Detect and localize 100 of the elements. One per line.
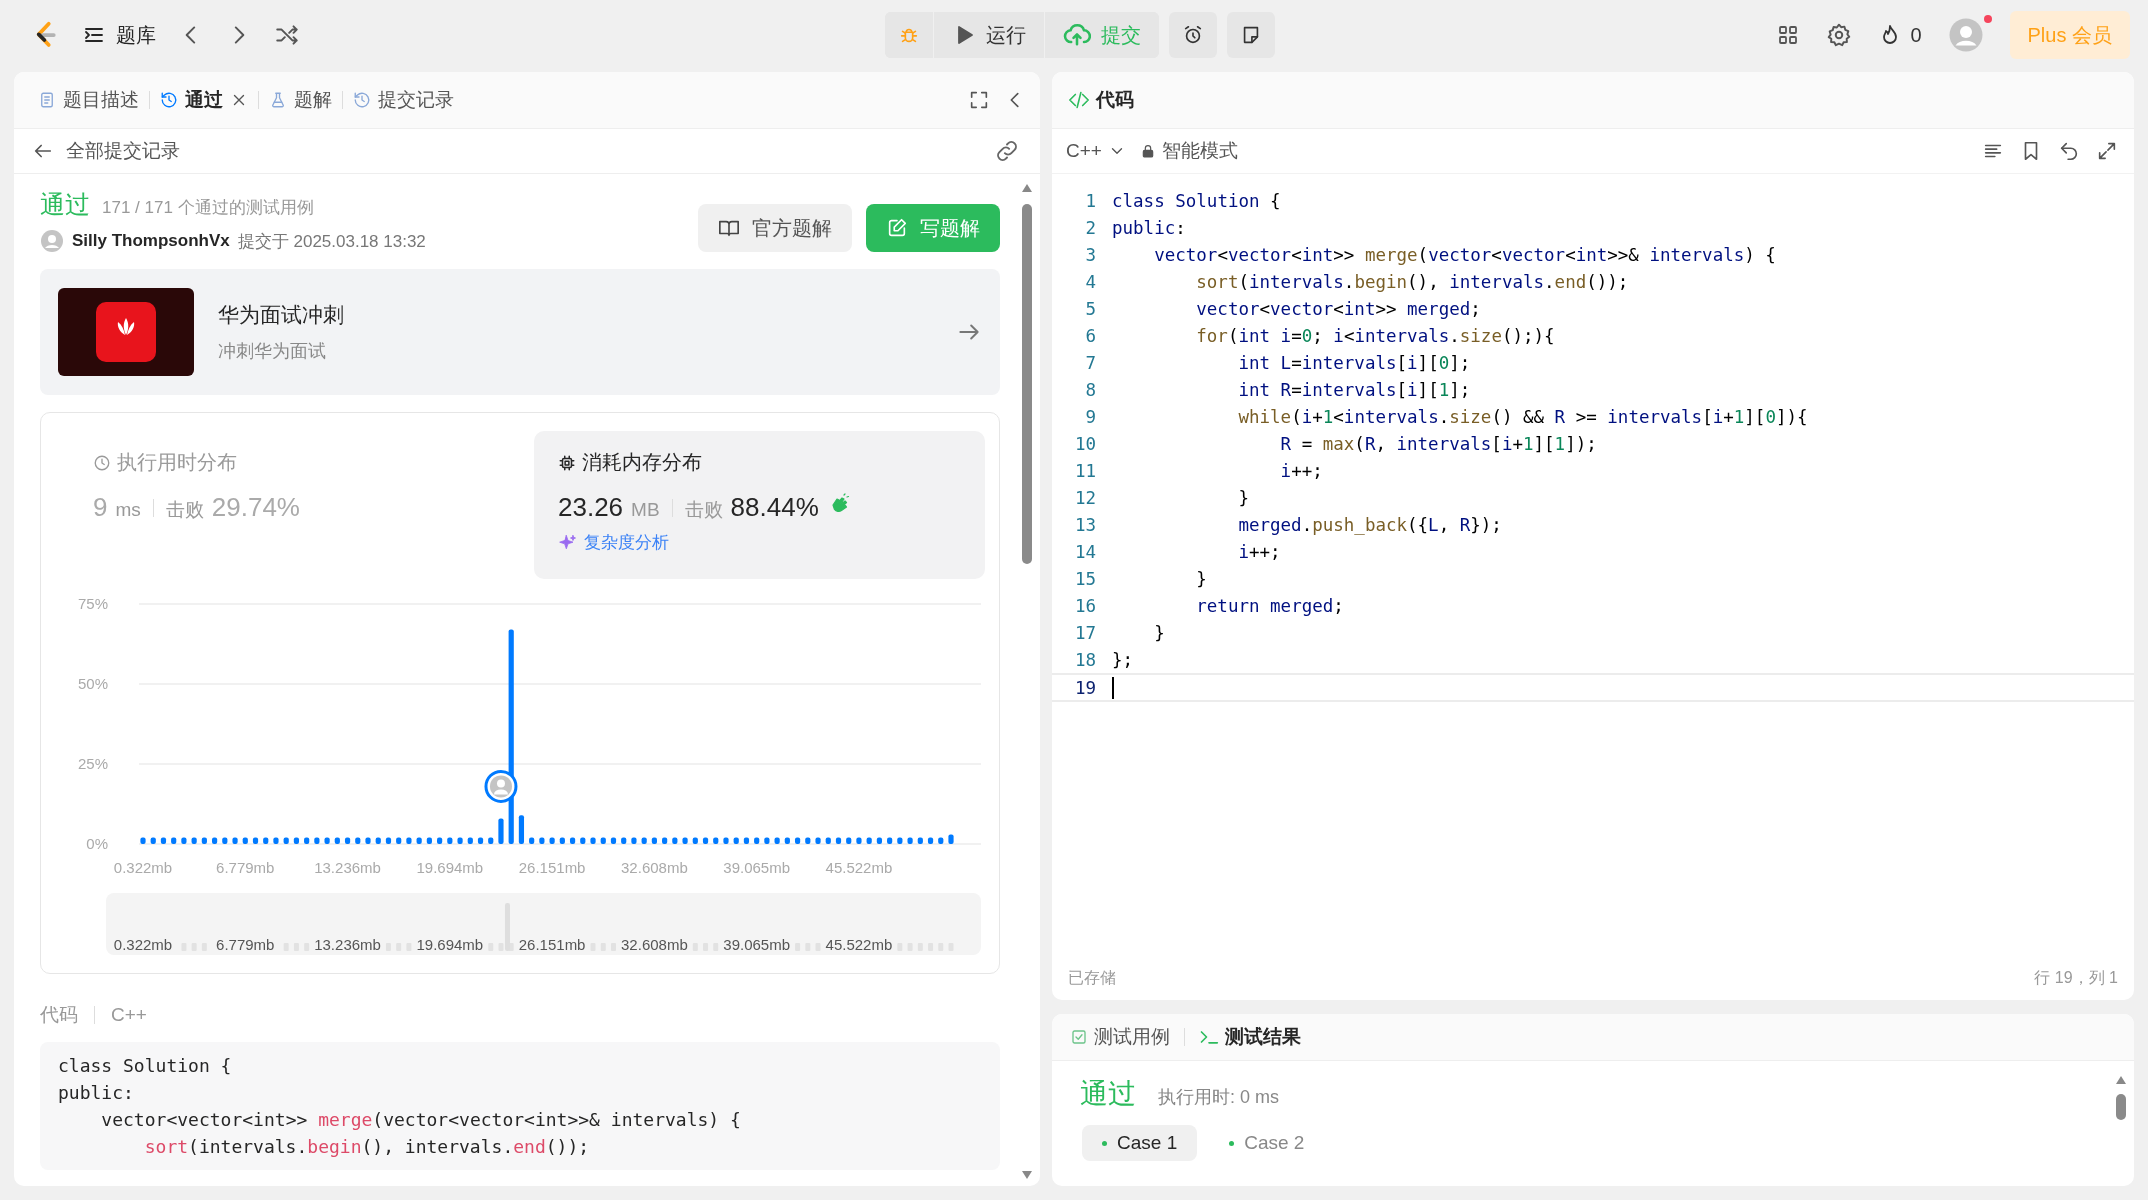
histogram-bar — [447, 837, 453, 844]
histogram-bar — [222, 837, 228, 844]
histogram-bar — [907, 837, 913, 844]
alarm-clock-icon — [1182, 24, 1204, 46]
history-icon — [160, 91, 178, 109]
code-line: } — [1153, 622, 1165, 643]
histogram-bar — [713, 837, 719, 844]
histogram-bar — [702, 837, 709, 844]
histogram-bar — [631, 837, 637, 844]
histogram-bar — [375, 837, 381, 844]
histogram-bar — [815, 837, 821, 844]
histogram-bar — [662, 837, 668, 844]
histogram-bar — [181, 837, 187, 844]
axis-label: 13.236mb — [314, 859, 381, 876]
code-tab[interactable]: 代码 — [1068, 87, 1134, 113]
histogram-bar — [569, 837, 576, 844]
histogram-bar — [314, 837, 320, 844]
histogram-bar — [866, 837, 872, 844]
histogram-bar — [805, 837, 811, 844]
all-submissions-link[interactable]: 全部提交记录 — [66, 138, 180, 164]
axis-label: 50% — [77, 675, 108, 692]
smart-mode-toggle[interactable]: 智能模式 — [1139, 138, 1238, 164]
histogram-bar — [293, 837, 299, 844]
axis-label: 39.065mb — [723, 859, 791, 876]
history-icon — [353, 91, 371, 109]
line-number: 12 — [1073, 487, 1097, 508]
histogram-bar — [621, 837, 627, 844]
code-line: while(i+1<intervals.size() && R >= intervals[i+1][0]){ — [1237, 406, 1808, 427]
link-icon[interactable] — [994, 138, 1020, 164]
histogram-bar — [518, 815, 525, 844]
panel-tab[interactable]: 测试结果 — [1193, 1024, 1307, 1050]
line-number: 17 — [1073, 622, 1097, 643]
chip-icon — [558, 453, 576, 472]
histogram-bar — [610, 837, 617, 844]
panel-tab[interactable]: 题目描述 — [28, 80, 149, 120]
histogram-bar — [580, 837, 586, 844]
code-line: merged.push_back({L, R}); — [1237, 514, 1502, 535]
settings-icon[interactable] — [1826, 22, 1853, 48]
axis-label: 13.236mb — [314, 936, 381, 953]
histogram-bar — [324, 837, 330, 844]
case-tab[interactable]: Case 2 — [1209, 1125, 1325, 1161]
histogram-bar — [365, 837, 371, 844]
panel-tab[interactable]: 通过 — [150, 80, 258, 120]
stat-panel[interactable]: 消耗内存分布 23.26 MB 击败 88.44% 复杂度分析 — [534, 431, 985, 579]
code-line: public: — [58, 1081, 135, 1105]
beats-label: 击败 — [684, 498, 723, 522]
histogram-bar — [304, 837, 310, 844]
code-line: vector<vector<int>> merged; — [1195, 298, 1481, 319]
histogram-bar — [549, 837, 555, 844]
histogram-bar — [641, 837, 647, 844]
alarm-clock-button[interactable] — [1169, 12, 1217, 58]
username[interactable]: Silly ThompsonhVx — [72, 231, 230, 251]
panel-tab[interactable]: 题解 — [259, 80, 342, 120]
axis-label: 19.694mb — [416, 859, 484, 876]
official-solution-button[interactable]: 官方题解 — [698, 204, 852, 252]
histogram-bar — [733, 837, 739, 844]
histogram-bar — [171, 837, 177, 844]
stat-unit: ms — [115, 499, 141, 521]
panel-tab[interactable]: 测试用例 — [1064, 1024, 1176, 1050]
histogram-bar — [426, 837, 432, 844]
language-selector[interactable]: C++ — [1066, 140, 1126, 162]
beats-percent: 29.74% — [211, 492, 300, 523]
shuffle-icon[interactable] — [274, 22, 300, 48]
axis-label: 45.522mb — [825, 936, 893, 953]
code-line: class Solution { — [1112, 190, 1281, 211]
code-line: vector<vector<int>> merge(vector<vector<int>>& intervals) { — [100, 1108, 742, 1132]
histogram-bar — [252, 837, 259, 844]
line-number: 1 — [1084, 190, 1097, 211]
line-number: 4 — [1084, 271, 1097, 292]
code-line: vector<vector<int>> merge(vector<vector<int>>& intervals) { — [1153, 244, 1776, 265]
axis-label: 26.151mb — [518, 859, 586, 876]
code-label: 代码 — [40, 1003, 78, 1027]
axis-label: 26.151mb — [518, 936, 586, 953]
histogram-bar — [140, 837, 146, 844]
histogram-bar — [273, 837, 279, 844]
histogram-bar — [232, 837, 238, 844]
note-button[interactable] — [1227, 12, 1275, 58]
language-label: C++ — [111, 1004, 147, 1026]
panel-tab[interactable]: 提交记录 — [343, 80, 464, 120]
histogram-bar — [651, 837, 657, 844]
histogram-bar — [723, 837, 729, 844]
undo-icon[interactable] — [2058, 140, 2080, 162]
line-number: 13 — [1073, 514, 1097, 535]
line-number: 18 — [1073, 649, 1097, 670]
beats-percent: 88.44% — [730, 492, 819, 523]
promo-card[interactable]: 华为面试冲刺 冲刺华为面试 — [40, 269, 1000, 395]
problem-set-button[interactable]: 题库 — [82, 21, 156, 49]
code-line: int R=intervals[i][1]; — [1237, 379, 1471, 400]
test-case-count: 171 / 171 个通过的测试用例 — [102, 197, 314, 219]
histogram-bar — [856, 837, 862, 844]
axis-label: 0.322mb — [113, 859, 173, 876]
stat-value: 23.26 — [558, 492, 624, 523]
case-tab[interactable]: Case 1 — [1082, 1125, 1198, 1161]
histogram-bar — [242, 837, 248, 844]
code-line: } — [1195, 568, 1207, 589]
expand-icon[interactable] — [2096, 140, 2118, 162]
fullscreen-icon[interactable] — [968, 89, 990, 111]
stat-title[interactable]: 消耗内存分布 — [582, 449, 702, 476]
beats-label: 击败 — [165, 498, 204, 522]
histogram-bar — [600, 837, 606, 844]
